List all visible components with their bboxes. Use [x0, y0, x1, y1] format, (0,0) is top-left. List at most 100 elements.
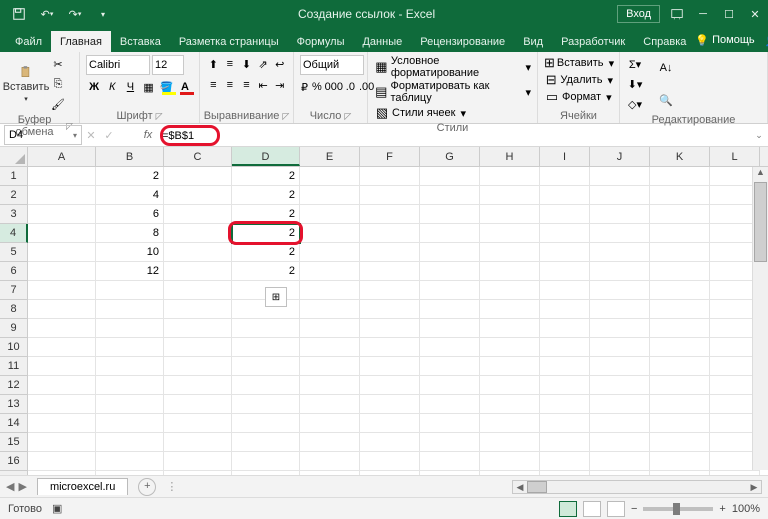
cell-A14[interactable] [28, 414, 96, 433]
col-header-D[interactable]: D [232, 147, 300, 166]
minimize-icon[interactable]: ─ [690, 3, 716, 25]
cell-G14[interactable] [420, 414, 480, 433]
cell-I6[interactable] [540, 262, 590, 281]
tab-help[interactable]: Справка [634, 31, 695, 52]
cell-A7[interactable] [28, 281, 96, 300]
format-table-button[interactable]: ▤Форматировать как таблицу ▾ [374, 80, 531, 104]
cell-G5[interactable] [420, 243, 480, 262]
wrap-icon[interactable]: ↩ [272, 55, 287, 73]
view-break-icon[interactable] [607, 501, 625, 517]
row-header-7[interactable]: 7 [0, 281, 28, 300]
col-header-L[interactable]: L [710, 147, 760, 166]
scroll-thumb-v[interactable] [754, 182, 767, 262]
find-icon[interactable]: 🔍 [653, 87, 679, 113]
cell-B13[interactable] [96, 395, 164, 414]
row-header-14[interactable]: 14 [0, 414, 28, 433]
cell-F3[interactable] [360, 205, 420, 224]
name-box[interactable]: D4▾ [4, 125, 82, 145]
fill-icon[interactable]: ⬇▾ [626, 75, 644, 93]
cell-C5[interactable] [164, 243, 232, 262]
tab-insert[interactable]: Вставка [111, 31, 170, 52]
cell-K3[interactable] [650, 205, 710, 224]
cell-J8[interactable] [590, 300, 650, 319]
cell-B7[interactable] [96, 281, 164, 300]
insert-cells-button[interactable]: ⊞Вставить ▾ [544, 55, 613, 71]
row-header-2[interactable]: 2 [0, 186, 28, 205]
row-header-6[interactable]: 6 [0, 262, 28, 281]
cell-F5[interactable] [360, 243, 420, 262]
cell-A12[interactable] [28, 376, 96, 395]
cell-A5[interactable] [28, 243, 96, 262]
add-sheet-icon[interactable]: + [138, 478, 156, 496]
cell-C14[interactable] [164, 414, 232, 433]
cell-B3[interactable]: 6 [96, 205, 164, 224]
qa-more-icon[interactable]: ▾ [90, 3, 116, 25]
row-header-1[interactable]: 1 [0, 167, 28, 186]
align-left-icon[interactable]: ≡ [206, 76, 221, 94]
cell-D14[interactable] [232, 414, 300, 433]
tab-layout[interactable]: Разметка страницы [170, 31, 288, 52]
cell-C16[interactable] [164, 452, 232, 471]
cell-A4[interactable] [28, 224, 96, 243]
cell-K16[interactable] [650, 452, 710, 471]
cell-H5[interactable] [480, 243, 540, 262]
fx-icon[interactable]: fx [138, 129, 158, 141]
cell-I15[interactable] [540, 433, 590, 452]
cell-G6[interactable] [420, 262, 480, 281]
indent-icon[interactable]: ⇥ [272, 76, 287, 94]
currency-icon[interactable]: ₽ [300, 78, 309, 96]
row-header-10[interactable]: 10 [0, 338, 28, 357]
row-header-9[interactable]: 9 [0, 319, 28, 338]
cell-A8[interactable] [28, 300, 96, 319]
cell-C8[interactable] [164, 300, 232, 319]
share-button[interactable]: 👤Общий доступ [765, 28, 768, 52]
cell-I12[interactable] [540, 376, 590, 395]
col-header-G[interactable]: G [420, 147, 480, 166]
view-normal-icon[interactable] [559, 501, 577, 517]
cell-K7[interactable] [650, 281, 710, 300]
autosum-icon[interactable]: Σ▾ [626, 55, 644, 73]
cell-F9[interactable] [360, 319, 420, 338]
cell-E10[interactable] [300, 338, 360, 357]
cell-G7[interactable] [420, 281, 480, 300]
cell-F1[interactable] [360, 167, 420, 186]
font-size-combo[interactable] [152, 55, 184, 75]
cell-K1[interactable] [650, 167, 710, 186]
tell-me-button[interactable]: 💡Помощь [695, 28, 754, 52]
cell-B14[interactable] [96, 414, 164, 433]
cell-C6[interactable] [164, 262, 232, 281]
cell-A9[interactable] [28, 319, 96, 338]
border-icon[interactable]: ▦ [141, 78, 157, 96]
cell-G4[interactable] [420, 224, 480, 243]
redo-icon[interactable]: ↷▾ [62, 3, 88, 25]
cell-G2[interactable] [420, 186, 480, 205]
cell-H6[interactable] [480, 262, 540, 281]
cell-K8[interactable] [650, 300, 710, 319]
cell-I4[interactable] [540, 224, 590, 243]
cell-F6[interactable] [360, 262, 420, 281]
cell-I16[interactable] [540, 452, 590, 471]
row-header-8[interactable]: 8 [0, 300, 28, 319]
cell-F13[interactable] [360, 395, 420, 414]
col-header-J[interactable]: J [590, 147, 650, 166]
row-header-12[interactable]: 12 [0, 376, 28, 395]
cell-J11[interactable] [590, 357, 650, 376]
cell-D13[interactable] [232, 395, 300, 414]
cell-C9[interactable] [164, 319, 232, 338]
cell-G13[interactable] [420, 395, 480, 414]
cell-B2[interactable]: 4 [96, 186, 164, 205]
zoom-slider[interactable] [643, 507, 713, 511]
cell-C1[interactable] [164, 167, 232, 186]
align-dialog-icon[interactable]: ◸ [282, 111, 289, 122]
cell-B10[interactable] [96, 338, 164, 357]
copy-icon[interactable]: ⎘ [49, 75, 67, 93]
cell-H9[interactable] [480, 319, 540, 338]
cell-A16[interactable] [28, 452, 96, 471]
cell-K15[interactable] [650, 433, 710, 452]
cell-D6[interactable]: 2 [232, 262, 300, 281]
cell-H4[interactable] [480, 224, 540, 243]
fill-color-icon[interactable]: 🪣 [159, 78, 175, 96]
cell-D9[interactable] [232, 319, 300, 338]
cell-F2[interactable] [360, 186, 420, 205]
outdent-icon[interactable]: ⇤ [256, 76, 271, 94]
